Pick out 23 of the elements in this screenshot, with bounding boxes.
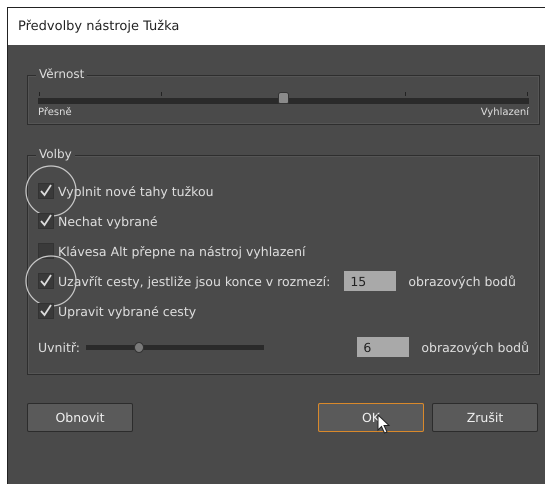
unit-label: obrazových bodů [408, 274, 516, 288]
slider-label: Přesně [38, 107, 72, 118]
number-field[interactable]: 15 [344, 271, 396, 291]
slider-thumb[interactable] [278, 92, 288, 104]
checkbox[interactable] [38, 243, 54, 259]
slider-track[interactable] [38, 92, 529, 104]
checkbox[interactable] [38, 183, 54, 199]
slider-label: Vyhlazení [480, 107, 529, 118]
dialog-button[interactable]: Obnovit [27, 403, 133, 432]
checkbox[interactable] [38, 213, 54, 229]
slider-label: Uvnitř: [38, 340, 80, 354]
slider-thumb[interactable] [134, 342, 144, 352]
unit-label: obrazových bodů [421, 340, 529, 354]
checkbox[interactable] [38, 273, 54, 289]
checkbox-label[interactable]: Upravit vybrané cesty [58, 304, 196, 318]
checkbox-label[interactable]: Klávesa Alt přepne na nástroj vyhlazení [58, 244, 306, 258]
group-legend: Volby [36, 147, 75, 161]
group-legend: Věrnost [36, 67, 88, 81]
dialog-button[interactable]: Zrušit [432, 403, 538, 432]
checkbox[interactable] [38, 303, 54, 319]
checkbox-label[interactable]: Nechat vybrané [58, 214, 158, 228]
window-title: Předvolby nástroje Tužka [18, 19, 180, 34]
number-field[interactable]: 6 [357, 337, 410, 357]
